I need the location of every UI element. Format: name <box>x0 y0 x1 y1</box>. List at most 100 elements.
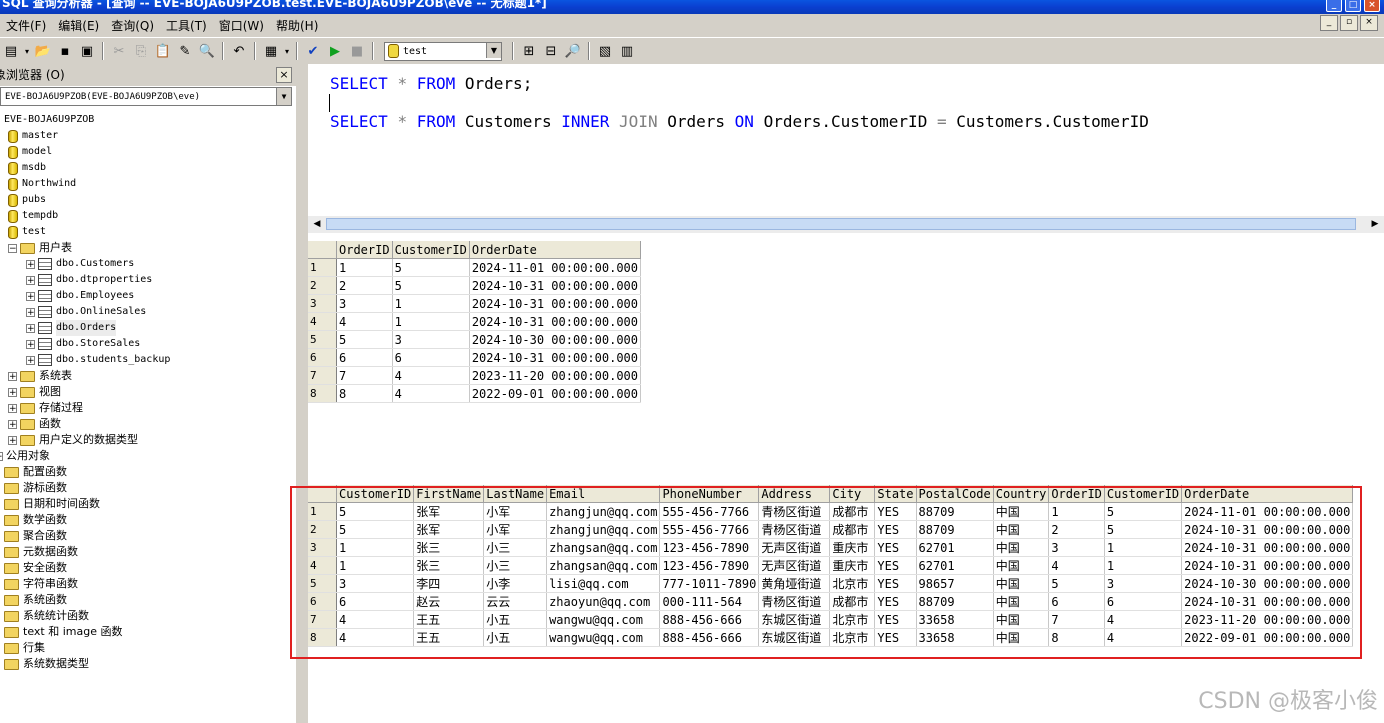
grid-column-header[interactable]: OrderID <box>336 241 393 259</box>
expand-icon[interactable]: + <box>26 339 35 349</box>
tree-folder-rowsets[interactable]: 行集 <box>4 640 45 656</box>
mdi-restore-icon[interactable]: ▫ <box>1340 15 1358 31</box>
row-number[interactable]: 6 <box>308 348 337 367</box>
grid-cell[interactable]: 2024-10-30 00:00:00.000 <box>469 330 642 349</box>
row-number[interactable]: 2 <box>308 276 337 295</box>
editor-horizontal-scrollbar[interactable]: ◀ ▶ <box>308 216 1384 233</box>
expand-icon[interactable]: + <box>26 291 35 301</box>
tree-folder-system-datatypes[interactable]: 系统数据类型 <box>4 656 89 672</box>
tree-folder-cursor-functions[interactable]: 游标函数 <box>4 480 67 496</box>
tree-db-model[interactable]: model <box>8 144 52 160</box>
paste-icon[interactable]: 📋 <box>153 41 173 61</box>
expand-icon[interactable]: + <box>8 435 17 445</box>
properties-icon[interactable]: ▧ <box>595 41 615 61</box>
grid-corner[interactable] <box>308 241 337 259</box>
grid-cell[interactable]: 4 <box>392 366 470 385</box>
grid-cell[interactable]: 4 <box>336 312 393 331</box>
copy-icon[interactable]: ⎘ <box>131 41 151 61</box>
find-icon[interactable]: 🔍 <box>197 41 217 61</box>
menu-file[interactable]: 文件(F) <box>0 17 52 34</box>
insert-template-icon[interactable]: ▣ <box>77 41 97 61</box>
mdi-close-icon[interactable]: × <box>1360 15 1378 31</box>
tree-db-northwind[interactable]: Northwind <box>8 176 76 192</box>
tree-folder-system-stat-functions[interactable]: 系统统计函数 <box>4 608 89 624</box>
table-row[interactable]: 3 3 1 2024-10-31 00:00:00.000 <box>308 294 642 313</box>
tree-folder-math-functions[interactable]: 数学函数 <box>4 512 67 528</box>
grid-cell[interactable]: 2023-11-20 00:00:00.000 <box>469 366 642 385</box>
cut-icon[interactable]: ✂ <box>109 41 129 61</box>
close-icon[interactable]: × <box>276 67 292 83</box>
chevron-down-icon[interactable]: ▼ <box>486 42 501 58</box>
cancel-query-icon[interactable]: ■ <box>347 41 367 61</box>
grid-cell[interactable]: 2024-10-31 00:00:00.000 <box>469 276 642 295</box>
table-row[interactable]: 8 8 4 2022-09-01 00:00:00.000 <box>308 384 642 403</box>
tree-folder-system-tables[interactable]: + 系统表 <box>8 368 72 384</box>
object-search-icon[interactable]: 🔎 <box>563 41 583 61</box>
execute-query-icon[interactable]: ▶ <box>325 41 345 61</box>
maximize-icon[interactable]: □ <box>1345 0 1361 12</box>
grid-cell[interactable]: 1 <box>392 312 470 331</box>
server-select[interactable]: EVE-BOJA6U9PZOB(EVE-BOJA6U9PZOB\eve) ▼ <box>0 87 292 106</box>
tree-folder-string-functions[interactable]: 字符串函数 <box>4 576 78 592</box>
expand-icon[interactable]: + <box>8 419 17 429</box>
expand-icon[interactable]: + <box>26 323 35 333</box>
tree-table-dtproperties[interactable]: + dbo.dtproperties <box>26 272 152 288</box>
tree-folder-functions[interactable]: + 函数 <box>8 416 61 432</box>
row-number[interactable]: 1 <box>308 258 337 277</box>
scroll-right-icon[interactable]: ▶ <box>1368 217 1382 231</box>
tree-folder-text-image-functions[interactable]: text 和 image 函数 <box>4 624 122 640</box>
scroll-left-icon[interactable]: ◀ <box>310 217 324 231</box>
tree-table-employees[interactable]: + dbo.Employees <box>26 288 134 304</box>
tree-table-students-backup[interactable]: + dbo.students_backup <box>26 352 170 368</box>
save-icon[interactable]: ▪ <box>55 41 75 61</box>
expand-icon[interactable]: + <box>26 307 35 317</box>
grid-cell[interactable]: 4 <box>392 384 470 403</box>
parse-query-icon[interactable]: ✔ <box>303 41 323 61</box>
table-row[interactable]: 5 5 3 2024-10-30 00:00:00.000 <box>308 330 642 349</box>
tree-table-customers[interactable]: + dbo.Customers <box>26 256 134 272</box>
grid-cell[interactable]: 2024-10-31 00:00:00.000 <box>469 312 642 331</box>
grid-cell[interactable]: 1 <box>336 258 393 277</box>
grid-cell[interactable]: 5 <box>392 258 470 277</box>
tree-db-msdb[interactable]: msdb <box>8 160 46 176</box>
tree-folder-aggregate-functions[interactable]: 聚合函数 <box>4 528 67 544</box>
tree-folder-system-functions[interactable]: 系统函数 <box>4 592 67 608</box>
row-number[interactable]: 4 <box>308 312 337 331</box>
grid-cell[interactable]: 8 <box>336 384 393 403</box>
close-icon[interactable]: × <box>1364 0 1380 12</box>
tree-common-objects[interactable]: −公用对象 <box>0 448 50 464</box>
tree-folder-procedures[interactable]: + 存储过程 <box>8 400 83 416</box>
grid-cell[interactable]: 2024-10-31 00:00:00.000 <box>469 294 642 313</box>
row-number[interactable]: 8 <box>308 384 337 403</box>
grid-cell[interactable]: 3 <box>392 330 470 349</box>
scrollbar-thumb[interactable] <box>326 218 1356 230</box>
row-number[interactable]: 3 <box>308 294 337 313</box>
results-mode-dropdown-icon[interactable]: ▾ <box>283 41 291 61</box>
results-grid-orders[interactable]: OrderID CustomerID OrderDate 1 1 5 2024-11-01… <box>308 241 642 403</box>
row-number[interactable]: 5 <box>308 330 337 349</box>
new-query-icon[interactable]: ▤ <box>1 41 21 61</box>
grid-cell[interactable]: 5 <box>392 276 470 295</box>
grid-cell[interactable]: 3 <box>336 294 393 313</box>
clear-window-icon[interactable]: ✎ <box>175 41 195 61</box>
query-editor[interactable]: SELECT * FROM Orders; SELECT * FROM Cust… <box>308 64 1384 216</box>
results-pane-icon[interactable]: ▥ <box>617 41 637 61</box>
expand-icon[interactable]: + <box>8 387 17 397</box>
undo-icon[interactable]: ↶ <box>229 41 249 61</box>
table-row[interactable]: 2 2 5 2024-10-31 00:00:00.000 <box>308 276 642 295</box>
minimize-icon[interactable]: _ <box>1326 0 1342 12</box>
menu-tools[interactable]: 工具(T) <box>160 17 213 34</box>
tree-folder-user-types[interactable]: + 用户定义的数据类型 <box>8 432 138 448</box>
tree-db-pubs[interactable]: pubs <box>8 192 46 208</box>
chevron-down-icon[interactable]: ▼ <box>276 88 291 105</box>
expand-icon[interactable]: + <box>26 355 35 365</box>
grid-cell[interactable]: 6 <box>392 348 470 367</box>
grid-cell[interactable]: 6 <box>336 348 393 367</box>
results-mode-icon[interactable]: ▦ <box>261 41 281 61</box>
grid-cell[interactable]: 2024-11-01 00:00:00.000 <box>469 258 642 277</box>
collapse-icon[interactable]: − <box>0 451 3 461</box>
table-row[interactable]: 1 1 5 2024-11-01 00:00:00.000 <box>308 258 642 277</box>
tree-table-orders[interactable]: + dbo.Orders <box>26 320 117 336</box>
expand-icon[interactable]: + <box>26 275 35 285</box>
grid-cell[interactable]: 2024-10-31 00:00:00.000 <box>469 348 642 367</box>
